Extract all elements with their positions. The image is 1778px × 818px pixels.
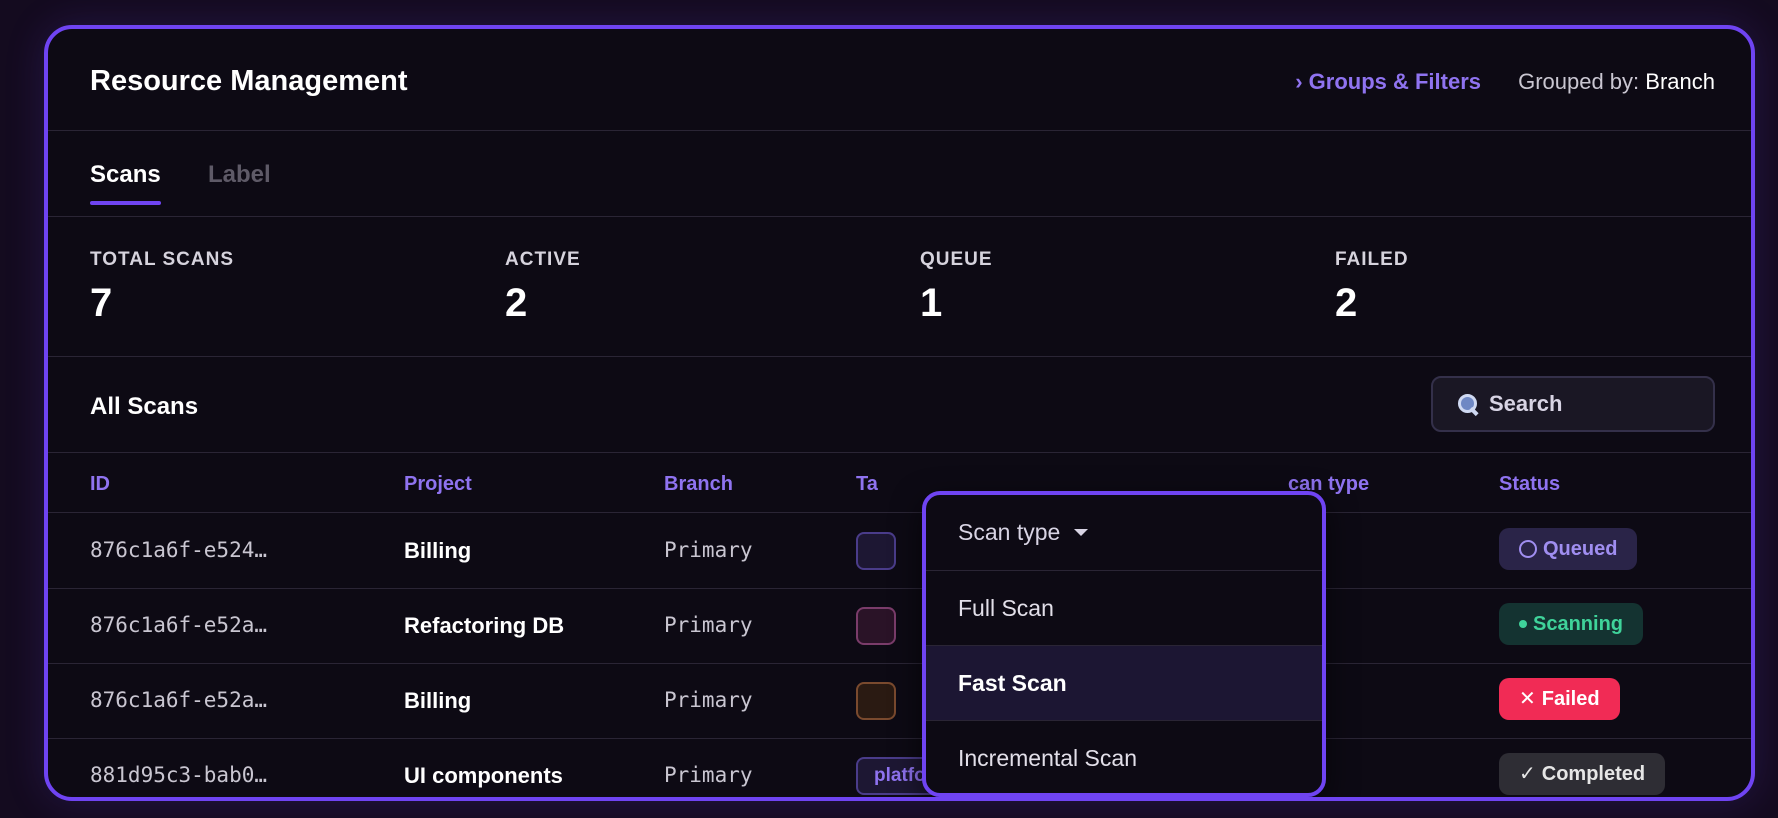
cell-id: 876c1a6f-e52a… [90, 613, 268, 637]
cell-branch: Primary [664, 613, 753, 637]
cell-id: 876c1a6f-e52a… [90, 688, 268, 712]
tab-bar: Scans Label [48, 131, 1751, 217]
stat-failed: FAILED 2 [1335, 249, 1635, 326]
stat-label: FAILED [1335, 249, 1409, 270]
status-badge: ✕ Failed [1499, 678, 1620, 720]
column-header-project[interactable]: Project [404, 473, 472, 496]
column-header-status[interactable]: Status [1499, 473, 1560, 496]
table-header: ID Project Branch Ta can type Status [48, 453, 1751, 513]
scan-type-dropdown[interactable]: Scan type Full Scan Fast Scan Incrementa… [922, 491, 1326, 797]
tab-label[interactable]: Label [208, 161, 271, 189]
table-row[interactable]: 876c1a6f-e52a… Refactoring DB Primary Sc… [48, 589, 1751, 664]
stats-summary: TOTAL SCANS 7 ACTIVE 2 QUEUE 1 FAILED 2 [48, 217, 1751, 357]
stat-value: 7 [90, 281, 113, 325]
tab-scans-label: Scans [90, 161, 161, 188]
stat-total-scans: TOTAL SCANS 7 [90, 249, 390, 326]
caret-down-icon [1074, 529, 1089, 536]
grouped-by-value: Branch [1645, 69, 1715, 94]
tag-badge [856, 682, 896, 720]
status-badge: Scanning [1499, 603, 1644, 645]
cell-project: UI components [404, 763, 563, 788]
column-header-tags[interactable]: Ta [856, 473, 878, 496]
grouped-by-label: Grouped by: [1518, 69, 1640, 94]
cell-project: Billing [404, 688, 472, 713]
status-text: Scanning [1533, 613, 1624, 635]
all-scans-toolbar: All Scans Search [48, 357, 1751, 453]
search-input[interactable]: Search [1431, 376, 1715, 432]
stat-label: QUEUE [920, 249, 993, 270]
dot-icon [1519, 620, 1527, 628]
page-title: Resource Management [90, 65, 408, 97]
status-badge: Queued [1499, 528, 1638, 570]
magnifier-icon [1457, 393, 1479, 415]
active-tab-underline [90, 201, 161, 205]
option-fast-scan[interactable]: Fast Scan [926, 646, 1322, 721]
tag-badge [856, 607, 896, 645]
grouped-by-indicator[interactable]: Grouped by: Branch [1518, 69, 1715, 95]
stat-active: ACTIVE 2 [505, 249, 805, 326]
cell-id: 881d95c3-bab0… [90, 763, 268, 787]
table-row[interactable]: 876c1a6f-e52a… Billing Primary ✕ Failed [48, 664, 1751, 739]
circle-icon [1519, 540, 1537, 558]
tag-badge [856, 532, 896, 570]
checkmark-icon: ✓ [1519, 763, 1536, 785]
dropdown-header[interactable]: Scan type [926, 495, 1322, 571]
status-text: Failed [1541, 688, 1600, 710]
stat-label: TOTAL SCANS [90, 249, 235, 270]
section-title: All Scans [90, 393, 199, 420]
column-header-branch[interactable]: Branch [664, 473, 733, 496]
table-row[interactable]: 881d95c3-bab0… UI components Primary pla… [48, 739, 1751, 797]
cell-project: Billing [404, 538, 472, 563]
cell-branch: Primary [664, 688, 753, 712]
resource-management-panel: Resource Management › Groups & Filters G… [44, 25, 1755, 801]
cell-branch: Primary [664, 763, 753, 787]
status-text: Queued [1543, 538, 1618, 560]
stat-value: 2 [505, 281, 528, 325]
groups-filters-link[interactable]: › Groups & Filters [1295, 69, 1481, 95]
tab-label-label: Label [208, 161, 271, 188]
cell-branch: Primary [664, 538, 753, 562]
stat-value: 2 [1335, 281, 1358, 325]
tab-scans[interactable]: Scans [90, 161, 161, 205]
cell-project: Refactoring DB [404, 613, 565, 638]
cell-id: 876c1a6f-e524… [90, 538, 268, 562]
status-badge: ✓ Completed [1499, 753, 1666, 795]
cross-icon: ✕ [1519, 688, 1536, 710]
stat-label: ACTIVE [505, 249, 581, 270]
stat-value: 1 [920, 281, 943, 325]
dropdown-title: Scan type [958, 519, 1061, 545]
stat-queue: QUEUE 1 [920, 249, 1220, 326]
column-header-id[interactable]: ID [90, 473, 110, 496]
option-full-scan[interactable]: Full Scan [926, 571, 1322, 646]
panel-header: Resource Management › Groups & Filters G… [48, 29, 1751, 131]
option-incremental-scan[interactable]: Incremental Scan [926, 721, 1322, 793]
status-text: Completed [1541, 763, 1646, 785]
search-label: Search [1489, 391, 1563, 416]
table-row[interactable]: 876c1a6f-e524… Billing Primary Queued [48, 514, 1751, 589]
